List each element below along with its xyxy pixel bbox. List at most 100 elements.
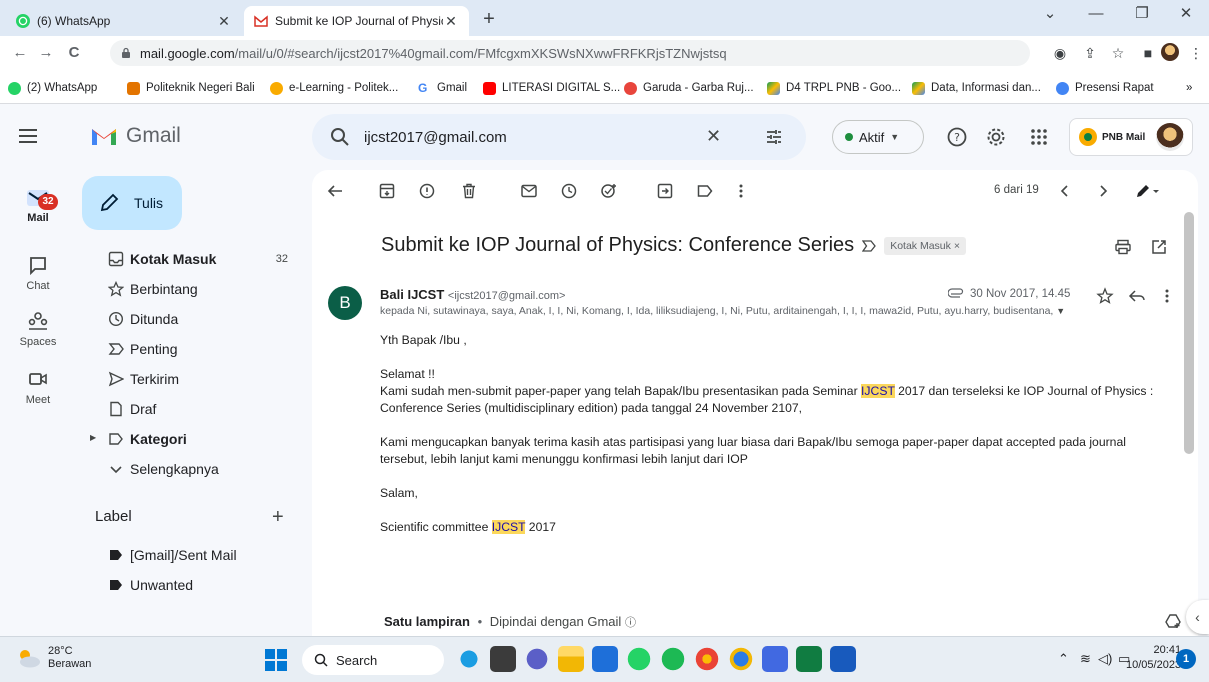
profile-avatar-icon[interactable] <box>1160 43 1180 63</box>
minimize-icon[interactable]: — <box>1073 0 1119 30</box>
bookmark-data-informasi[interactable]: Data, Informasi dan... <box>912 79 1041 97</box>
forward-icon[interactable]: → <box>34 41 58 65</box>
rail-mail[interactable]: 32 Mail <box>0 186 76 224</box>
whatsapp-icon[interactable] <box>626 646 652 672</box>
close-window-icon[interactable]: ✕ <box>1163 0 1209 30</box>
sender-avatar[interactable]: B <box>328 286 362 320</box>
tab-close-icon[interactable]: ✕ <box>443 13 459 30</box>
bookmark-gmail[interactable]: G Gmail <box>418 79 467 97</box>
nav-item-starred[interactable]: Berbintang <box>76 274 302 304</box>
older-chevron-icon[interactable] <box>1094 182 1112 200</box>
back-to-list-icon[interactable] <box>326 182 344 200</box>
main-menu-icon[interactable] <box>16 124 40 148</box>
add-to-drive-icon[interactable] <box>1164 612 1182 630</box>
label-unwanted[interactable]: Unwanted <box>76 570 302 600</box>
input-tools-pen-icon[interactable] <box>1134 182 1160 200</box>
delete-trash-icon[interactable] <box>460 182 478 200</box>
bookmark-d4trpl[interactable]: D4 TRPL PNB - Goo... <box>767 79 901 97</box>
nav-item-categories[interactable]: ▶ Kategori <box>76 424 302 454</box>
bookmarks-more-icon[interactable]: » <box>1186 79 1192 97</box>
bookmark-whatsapp[interactable]: (2) WhatsApp <box>8 79 97 97</box>
restore-icon[interactable]: ❐ <box>1119 0 1165 30</box>
tab-whatsapp[interactable]: (6) WhatsApp ✕ <box>6 6 242 36</box>
rail-chat[interactable]: Chat <box>0 254 76 292</box>
reply-icon[interactable] <box>1128 287 1146 305</box>
clear-search-icon[interactable]: ✕ <box>706 126 721 147</box>
status-dropdown[interactable]: Aktif ▼ <box>832 120 924 154</box>
help-icon[interactable]: ? <box>946 126 968 148</box>
notification-badge[interactable]: 1 <box>1176 649 1196 669</box>
label-sent-mail[interactable]: [Gmail]/Sent Mail <box>76 540 302 570</box>
system-clock[interactable]: 20:41 10/05/2023 <box>1126 643 1181 673</box>
mail-app-icon[interactable] <box>592 646 618 672</box>
volume-icon[interactable]: ◁) <box>1098 651 1112 667</box>
mark-unread-icon[interactable] <box>520 182 538 200</box>
recipient-details-arrow-icon[interactable]: ▼ <box>1056 306 1065 316</box>
bookmark-star-icon[interactable]: ☆ <box>1108 43 1128 63</box>
nav-item-sent[interactable]: Terkirim <box>76 364 302 394</box>
account-switcher[interactable]: PNB Mail <box>1069 118 1193 156</box>
tab-close-icon[interactable]: ✕ <box>216 13 232 30</box>
sender-name[interactable]: Bali IJCST <box>380 287 444 302</box>
label-as-icon[interactable] <box>696 182 714 200</box>
bookmark-pnb[interactable]: Politeknik Negeri Bali <box>127 79 255 97</box>
word-icon[interactable] <box>830 646 856 672</box>
tab-gmail[interactable]: Submit ke IOP Journal of Physics ✕ <box>244 6 469 36</box>
windows-start-icon[interactable] <box>264 648 288 672</box>
search-options-icon[interactable] <box>764 127 784 147</box>
bookmark-literasi[interactable]: LITERASI DIGITAL S... <box>483 79 620 97</box>
weather-widget[interactable]: 28°C Berawan <box>14 645 91 671</box>
bing-icon[interactable] <box>456 646 482 672</box>
wifi-icon[interactable]: ≋ <box>1080 651 1091 667</box>
search-input[interactable] <box>364 128 694 146</box>
new-tab-button[interactable]: + <box>477 8 501 32</box>
open-new-window-icon[interactable] <box>1150 238 1168 256</box>
bookmark-elearning[interactable]: e-Learning - Politek... <box>270 79 398 97</box>
back-icon[interactable]: ← <box>8 41 32 65</box>
snooze-clock-icon[interactable] <box>560 182 578 200</box>
reload-icon[interactable]: C <box>62 41 86 65</box>
nav-item-drafts[interactable]: Draf <box>76 394 302 424</box>
chrome-icon[interactable] <box>694 646 720 672</box>
gmail-logo[interactable]: Gmail <box>90 124 181 148</box>
nav-item-snoozed[interactable]: Ditunda <box>76 304 302 334</box>
spotify-icon[interactable] <box>660 646 686 672</box>
task-view-icon[interactable] <box>490 646 516 672</box>
report-spam-icon[interactable] <box>418 182 436 200</box>
recipients-line[interactable]: kepada Ni, sutawinaya, saya, Anak, I, I,… <box>380 305 1170 317</box>
important-marker-icon[interactable] <box>862 239 877 253</box>
more-options-icon[interactable] <box>732 182 750 200</box>
info-icon[interactable]: ⓘ <box>625 617 636 629</box>
apps-grid-icon[interactable] <box>1028 126 1050 148</box>
add-task-icon[interactable] <box>600 182 618 200</box>
taskbar-search[interactable]: Search <box>302 645 444 675</box>
browser-menu-icon[interactable]: ⋮ <box>1186 43 1206 63</box>
chrome-profile-icon[interactable] <box>728 646 754 672</box>
search-icon[interactable] <box>330 127 350 147</box>
tab-search-icon[interactable]: ⌄ <box>1027 0 1073 30</box>
share-icon[interactable]: ⇪ <box>1080 43 1100 63</box>
rail-spaces[interactable]: Spaces <box>0 310 76 348</box>
compose-button[interactable]: Tulis <box>82 176 182 230</box>
message-scrollbar[interactable] <box>1184 212 1194 454</box>
nav-item-more[interactable]: Selengkapnya <box>76 454 302 484</box>
move-to-icon[interactable] <box>656 182 674 200</box>
nav-item-important[interactable]: Penting <box>76 334 302 364</box>
rail-meet[interactable]: Meet <box>0 368 76 406</box>
message-more-icon[interactable] <box>1158 287 1176 305</box>
expand-arrow-icon[interactable]: ▶ <box>90 433 96 442</box>
chip-remove-icon[interactable]: × <box>954 240 960 252</box>
nav-item-inbox[interactable]: Kotak Masuk 32 <box>76 244 302 274</box>
print-icon[interactable] <box>1114 238 1132 256</box>
add-label-icon[interactable]: + <box>272 506 284 529</box>
newer-chevron-icon[interactable] <box>1056 182 1074 200</box>
teams-chat-icon[interactable] <box>524 646 550 672</box>
excel-icon[interactable] <box>796 646 822 672</box>
sidepanel-icon[interactable]: ■ <box>1138 43 1158 63</box>
tray-overflow-icon[interactable]: ⌃ <box>1058 651 1069 667</box>
settings-gear-icon[interactable] <box>985 126 1007 148</box>
bookmark-garuda[interactable]: Garuda - Garba Ruj... <box>624 79 754 97</box>
search-bar[interactable]: ✕ <box>312 114 806 160</box>
archive-icon[interactable] <box>378 182 396 200</box>
bookmark-presensi[interactable]: Presensi Rapat <box>1056 79 1154 97</box>
